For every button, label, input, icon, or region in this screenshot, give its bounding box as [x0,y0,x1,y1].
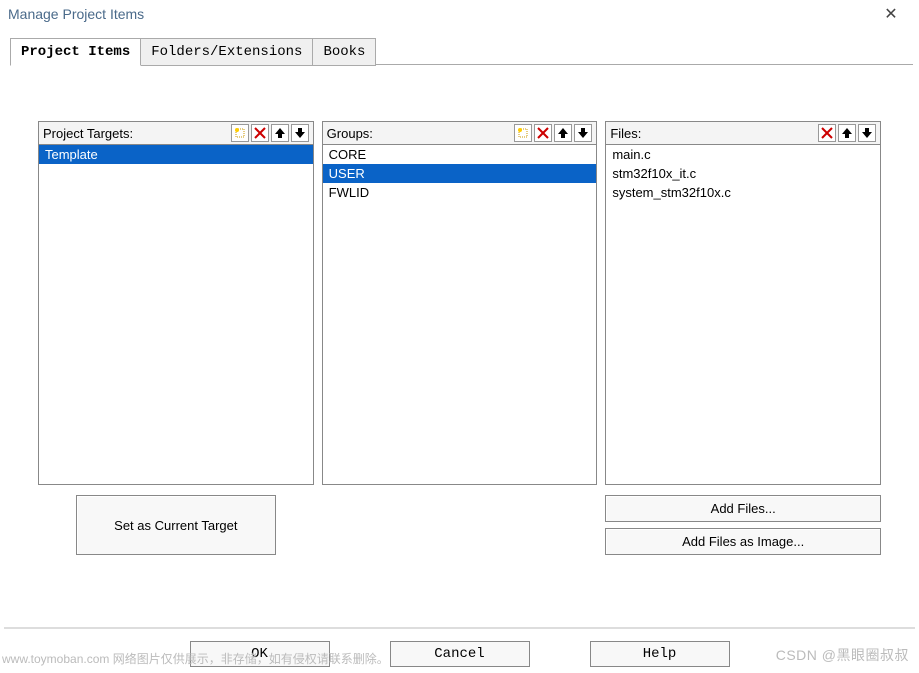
column-files-label: Files: [610,126,641,141]
delete-icon [254,127,266,139]
targets-new-button[interactable] [231,124,249,142]
column-groups-header: Groups: [322,121,598,145]
tabstrip: Project Items Folders/Extensions Books [0,28,919,65]
list-item[interactable]: Template [39,145,313,164]
tab-project-items[interactable]: Project Items [10,38,141,66]
tab-books[interactable]: Books [313,38,376,66]
new-icon [234,127,246,139]
list-item[interactable]: system_stm32f10x.c [606,183,880,202]
below-columns: Set as Current Target Add Files... Add F… [38,495,881,555]
add-files-as-image-button[interactable]: Add Files as Image... [605,528,881,555]
window-title: Manage Project Items [8,6,144,22]
list-item[interactable]: CORE [323,145,597,164]
groups-moveup-button[interactable] [554,124,572,142]
list-item[interactable]: USER [323,164,597,183]
tab-folders-extensions[interactable]: Folders/Extensions [141,38,313,66]
add-files-button[interactable]: Add Files... [605,495,881,522]
delete-icon [537,127,549,139]
targets-moveup-button[interactable] [271,124,289,142]
set-current-target-button[interactable]: Set as Current Target [76,495,276,555]
targets-delete-button[interactable] [251,124,269,142]
files-toolbar [818,124,876,142]
arrow-up-icon [557,127,569,139]
columns-row: Project Targets: Tem [38,121,881,485]
list-item[interactable]: stm32f10x_it.c [606,164,880,183]
groups-new-button[interactable] [514,124,532,142]
below-files: Add Files... Add Files as Image... [605,495,881,555]
cancel-button[interactable]: Cancel [390,641,530,667]
arrow-down-icon [577,127,589,139]
arrow-up-icon [274,127,286,139]
watermark-left: www.toymoban.com 网络图片仅供展示，非存储，如有侵权请联系删除。 [2,650,389,667]
column-files-header: Files: [605,121,881,145]
help-button[interactable]: Help [590,641,730,667]
column-targets: Project Targets: Tem [38,121,314,485]
targets-toolbar [231,124,309,142]
arrow-down-icon [294,127,306,139]
groups-delete-button[interactable] [534,124,552,142]
tab-panel: Project Targets: Tem [10,71,909,575]
arrow-down-icon [861,127,873,139]
files-listbox[interactable]: main.c stm32f10x_it.c system_stm32f10x.c [605,145,881,485]
targets-movedown-button[interactable] [291,124,309,142]
groups-listbox[interactable]: CORE USER FWLID [322,145,598,485]
column-files: Files: main.c stm32f10x_it.c system_stm [605,121,881,485]
files-movedown-button[interactable] [858,124,876,142]
delete-icon [821,127,833,139]
close-button[interactable]: ✕ [871,4,911,24]
list-item[interactable]: FWLID [323,183,597,202]
column-targets-label: Project Targets: [43,126,133,141]
titlebar: Manage Project Items ✕ [0,0,919,28]
files-delete-button[interactable] [818,124,836,142]
groups-toolbar [514,124,592,142]
arrow-up-icon [841,127,853,139]
targets-listbox[interactable]: Template [38,145,314,485]
below-targets: Set as Current Target [38,495,314,555]
column-groups-label: Groups: [327,126,373,141]
list-item[interactable]: main.c [606,145,880,164]
column-targets-header: Project Targets: [38,121,314,145]
new-icon [517,127,529,139]
column-groups: Groups: CORE [322,121,598,485]
files-moveup-button[interactable] [838,124,856,142]
below-groups [322,495,598,555]
groups-movedown-button[interactable] [574,124,592,142]
watermark-right: CSDN @黑眼圈叔叔 [776,645,909,665]
